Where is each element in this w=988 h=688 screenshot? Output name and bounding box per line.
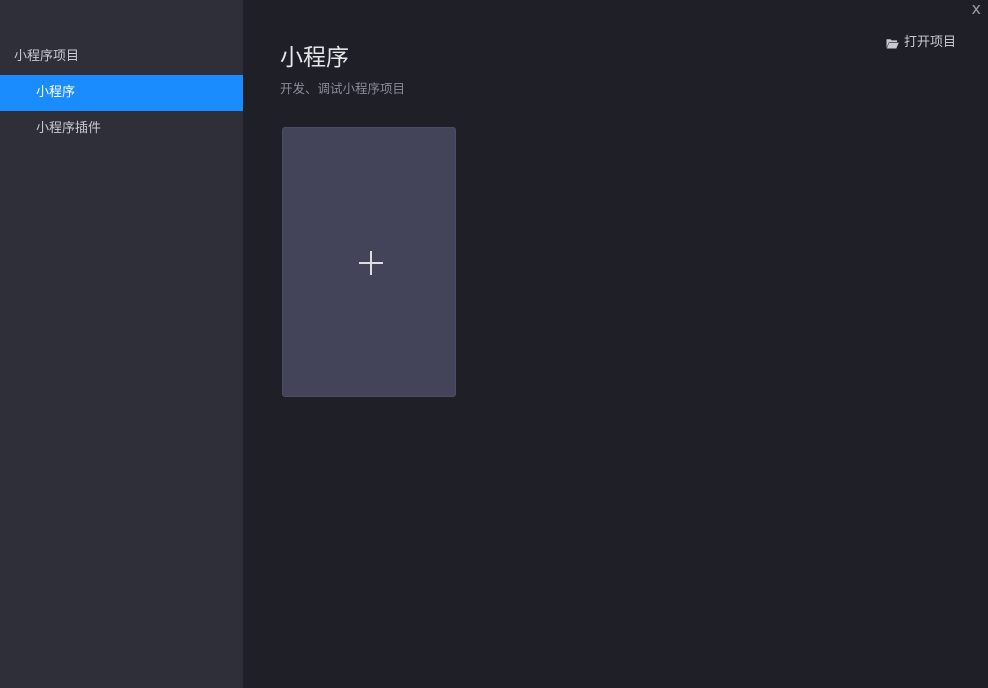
close-button[interactable]: x: [972, 0, 981, 18]
folder-open-icon: [886, 38, 899, 48]
main-panel: x 打开项目 小程序 开发、调试小程序项目: [243, 0, 988, 688]
window: 小程序项目 小程序 小程序插件 x 打开项目 小程序 开发、调试小程序项目: [0, 0, 988, 688]
create-project-card[interactable]: [282, 127, 456, 397]
page-title: 小程序: [280, 45, 349, 71]
plus-icon: [359, 251, 383, 275]
open-project-button[interactable]: 打开项目: [886, 34, 956, 52]
open-project-label: 打开项目: [903, 35, 956, 50]
sidebar: 小程序项目 小程序 小程序插件: [0, 0, 243, 688]
sidebar-item-miniprogram[interactable]: 小程序: [0, 75, 243, 111]
page-subtitle: 开发、调试小程序项目: [280, 81, 406, 96]
sidebar-section-title: 小程序项目: [14, 49, 80, 64]
sidebar-item-plugin[interactable]: 小程序插件: [0, 111, 243, 147]
